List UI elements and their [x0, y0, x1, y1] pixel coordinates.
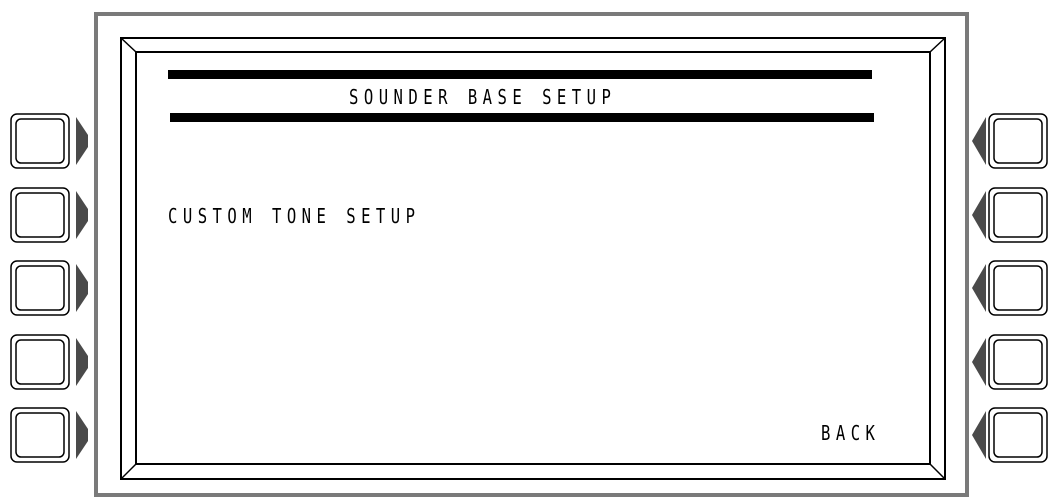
arrow-right-icon — [76, 191, 88, 239]
arrow-right-icon — [76, 117, 88, 165]
arrow-left-icon — [972, 264, 986, 312]
back-menu-item[interactable]: BACK — [821, 423, 880, 443]
arrow-left-icon — [972, 117, 986, 165]
left-softkey-2[interactable] — [10, 187, 88, 243]
right-softkey-1[interactable] — [970, 113, 1048, 169]
left-softkey-5[interactable] — [10, 407, 88, 463]
right-softkey-4[interactable] — [970, 334, 1048, 390]
arrow-left-icon — [972, 338, 986, 386]
arrow-left-icon — [972, 411, 986, 459]
screen-title: SOUNDER BASE SETUP — [349, 85, 617, 109]
left-softkey-4[interactable] — [10, 334, 88, 390]
arrow-left-icon — [972, 191, 986, 239]
right-softkey-2[interactable] — [970, 187, 1048, 243]
arrow-right-icon — [76, 411, 88, 459]
right-softkey-3[interactable] — [970, 260, 1048, 316]
arrow-right-icon — [76, 264, 88, 312]
title-rule-bottom — [170, 113, 874, 122]
title-rule-top — [168, 70, 872, 79]
right-softkey-5[interactable] — [970, 407, 1048, 463]
left-softkey-3[interactable] — [10, 260, 88, 316]
menu-item-custom-tone-setup[interactable]: CUSTOM TONE SETUP — [168, 206, 420, 226]
left-softkey-1[interactable] — [10, 113, 88, 169]
arrow-right-icon — [76, 338, 88, 386]
